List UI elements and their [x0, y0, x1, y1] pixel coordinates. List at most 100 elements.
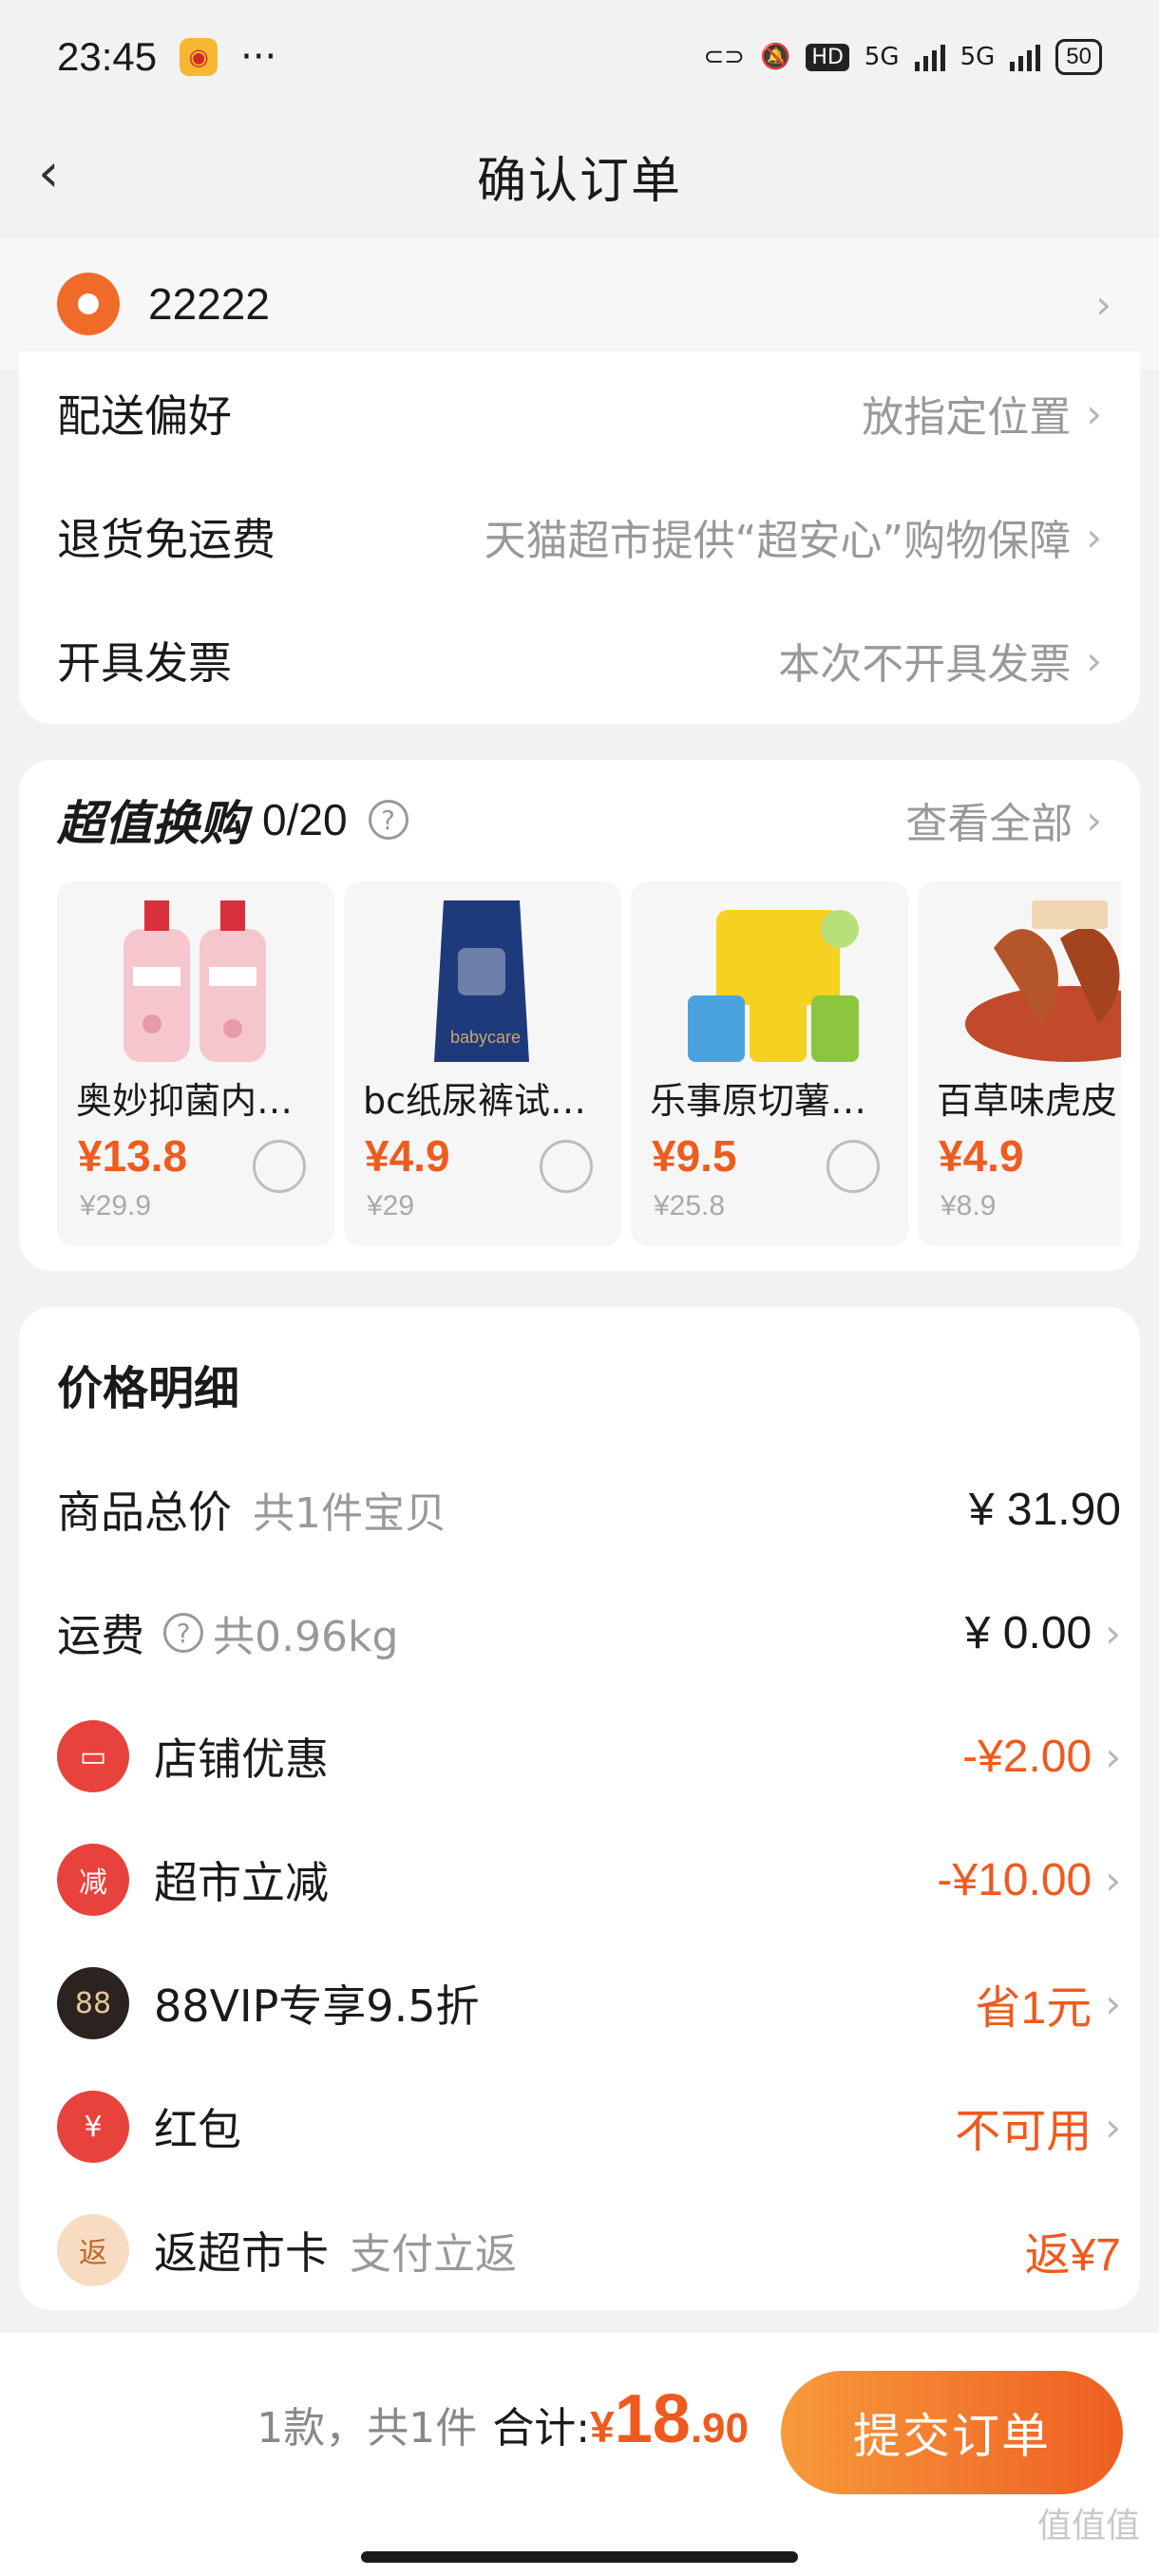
watermark: 值值值 — [1036, 2506, 1140, 2545]
market-cut-row[interactable]: 减超市立减 -¥10.00 › — [57, 1828, 1121, 1932]
shipping-row[interactable]: 运费? 共0.96kg ¥ 0.00 › — [57, 1581, 1121, 1685]
option-label: 开具发票 — [57, 637, 232, 689]
vip-88-icon: 88 — [57, 1967, 129, 2039]
product-image-chips — [688, 910, 859, 1062]
product-price: ¥4.9 — [939, 1131, 1024, 1181]
shipping-value: ¥ 0.00 — [964, 1607, 1092, 1658]
product-name: 奥妙抑菌内衣… — [76, 1080, 319, 1122]
order-options-card: 配送偏好 放指定位置 › 退货免运费 天猫超市提供“超安心”购物保障 › 开具发票 … — [19, 351, 1140, 724]
submit-order-button[interactable]: 提交订单 — [781, 2371, 1123, 2494]
exchange-title: 超值换购 — [57, 796, 247, 851]
goods-total-row: 商品总价 共1件宝贝 ¥ 31.90 — [57, 1457, 1121, 1562]
page-title: 确认订单 — [476, 152, 682, 210]
signal-icon-2 — [1010, 43, 1041, 71]
order-summary: 1款，共1件 合计: ¥18.90 — [256, 2380, 749, 2458]
chevron-right-icon: › — [1105, 1856, 1121, 1904]
card-back-value: 返¥7 — [1024, 2230, 1121, 2281]
red-packet-row[interactable]: ¥ 红包 不可用 › — [57, 2074, 1121, 2179]
exchange-product-list[interactable]: 奥妙抑菌内衣… ¥13.8 ¥29.9 babycare bc纸尿裤试… ¥4.… — [57, 881, 1121, 1246]
exchange-product-card[interactable]: 百草味虎皮 ¥4.9 ¥8.9 — [918, 881, 1121, 1246]
select-radio[interactable] — [826, 1140, 880, 1193]
location-pin-icon — [57, 273, 120, 335]
product-price: ¥9.5 — [652, 1131, 737, 1181]
chevron-right-icon: › — [1105, 2103, 1121, 2150]
option-invoice[interactable]: 开具发票 本次不开具发票 › — [19, 598, 1140, 722]
chevron-right-icon: › — [1086, 389, 1102, 437]
reduce-icon: 减 — [57, 1844, 129, 1916]
shipping-weight: 共0.96kg — [213, 1613, 399, 1661]
address-text: 22222 — [148, 279, 270, 329]
return-card-icon: 返 — [57, 2214, 129, 2286]
product-price: ¥4.9 — [365, 1131, 450, 1181]
option-value: 天猫超市提供“超安心”购物保障 — [484, 517, 1072, 565]
vip-label: 88VIP专享9.5折 — [154, 1980, 480, 2032]
option-value: 放指定位置 — [862, 393, 1072, 442]
option-delivery-preference[interactable]: 配送偏好 放指定位置 › — [19, 351, 1140, 475]
net-label-1: 5G — [864, 43, 900, 71]
status-time: 23:45 — [57, 34, 158, 79]
net-label-2: 5G — [960, 43, 996, 71]
view-all-link[interactable]: 查看全部 › — [905, 789, 1102, 850]
exchange-product-card[interactable]: 乐事原切薯片… ¥9.5 ¥25.8 — [631, 881, 908, 1246]
checkout-bar: 1款，共1件 合计: ¥18.90 提交订单 — [0, 2333, 1159, 2576]
shop-discount-row[interactable]: ▭ 店铺优惠 -¥2.00 › — [57, 1704, 1121, 1809]
coupon-icon: ▭ — [57, 1720, 129, 1792]
market-cut-label: 超市立减 — [154, 1857, 329, 1908]
chevron-right-icon: › — [1095, 280, 1112, 328]
product-original-price: ¥8.9 — [940, 1190, 997, 1222]
chevron-right-icon: › — [1086, 636, 1102, 684]
back-chevron-icon[interactable]: ‹ — [38, 147, 86, 200]
option-label: 配送偏好 — [57, 390, 232, 442]
help-icon[interactable]: ? — [163, 1613, 203, 1653]
mute-icon: 🔕 — [760, 43, 791, 71]
shop-discount-label: 店铺优惠 — [154, 1733, 329, 1785]
goods-total-label: 商品总价 — [57, 1487, 232, 1538]
exchange-product-card[interactable]: babycare bc纸尿裤试… ¥4.9 ¥29 — [344, 881, 621, 1246]
total-amount: ¥18.90 — [590, 2380, 749, 2458]
signal-icon — [914, 43, 945, 71]
exchange-product-card[interactable]: 奥妙抑菌内衣… ¥13.8 ¥29.9 — [57, 881, 334, 1246]
home-indicator[interactable] — [361, 2551, 798, 2563]
option-free-return[interactable]: 退货免运费 天猫超市提供“超安心”购物保障 › — [19, 475, 1140, 598]
item-count: 1款，共1件 — [256, 2404, 478, 2453]
chevron-right-icon: › — [1105, 1733, 1121, 1780]
yen-symbol: ¥ — [590, 2402, 615, 2452]
product-original-price: ¥25.8 — [654, 1190, 726, 1222]
battery-icon: 50 — [1055, 39, 1102, 75]
amount-decimal: .90 — [690, 2405, 749, 2452]
exchange-purchase-card: 超值换购 0/20 ? 查看全部 › 奥妙抑菌内衣… ¥13.8 ¥29.9 ba — [19, 760, 1140, 1271]
chevron-right-icon: › — [1086, 513, 1102, 560]
exchange-count: 0/20 — [262, 795, 348, 844]
vip-row[interactable]: 88 88VIP专享9.5折 省1元 › — [57, 1951, 1121, 2055]
product-image-chicken-feet — [965, 900, 1121, 1062]
vip-value: 省1元 — [975, 1983, 1092, 2034]
price-detail-card: 价格明细 商品总价 共1件宝贝 ¥ 31.90 运费? 共0.96kg ¥ 0.00… — [19, 1307, 1140, 2310]
hd-badge: HD — [806, 43, 849, 71]
product-name: 百草味虎皮 — [937, 1080, 1118, 1122]
market-cut-value: -¥10.00 — [937, 1854, 1092, 1905]
product-image-diaper: babycare — [434, 900, 529, 1062]
price-detail-title: 价格明细 — [57, 1362, 240, 1415]
red-packet-icon: ¥ — [57, 2091, 129, 2163]
card-back-sub: 支付立返 — [350, 2230, 517, 2279]
weibo-icon: ◉ — [180, 38, 218, 76]
goods-count: 共1件宝贝 — [253, 1489, 446, 1538]
product-name: bc纸尿裤试… — [363, 1080, 587, 1122]
more-dots-icon: ··· — [240, 35, 277, 79]
help-icon[interactable]: ? — [368, 800, 408, 840]
option-value: 本次不开具发票 — [778, 640, 1072, 689]
select-radio[interactable] — [540, 1140, 593, 1193]
address-row[interactable]: 22222 › — [0, 237, 1159, 370]
product-price: ¥13.8 — [78, 1131, 188, 1181]
chevron-right-icon: › — [1086, 796, 1102, 843]
goods-total-value: ¥ 31.90 — [968, 1484, 1121, 1535]
product-image-detergent — [124, 900, 266, 1062]
card-back-label: 返超市卡 — [154, 2227, 329, 2279]
option-label: 退货免运费 — [57, 514, 276, 565]
select-radio[interactable] — [253, 1140, 306, 1193]
product-original-price: ¥29.9 — [80, 1190, 152, 1222]
total-label: 合计: — [492, 2404, 591, 2453]
nav-bar: ‹ 确认订单 — [0, 114, 1159, 237]
card-back-row: 返返超市卡 支付立返 返¥7 — [57, 2198, 1121, 2302]
link-icon: ⊂⊃ — [703, 43, 746, 71]
